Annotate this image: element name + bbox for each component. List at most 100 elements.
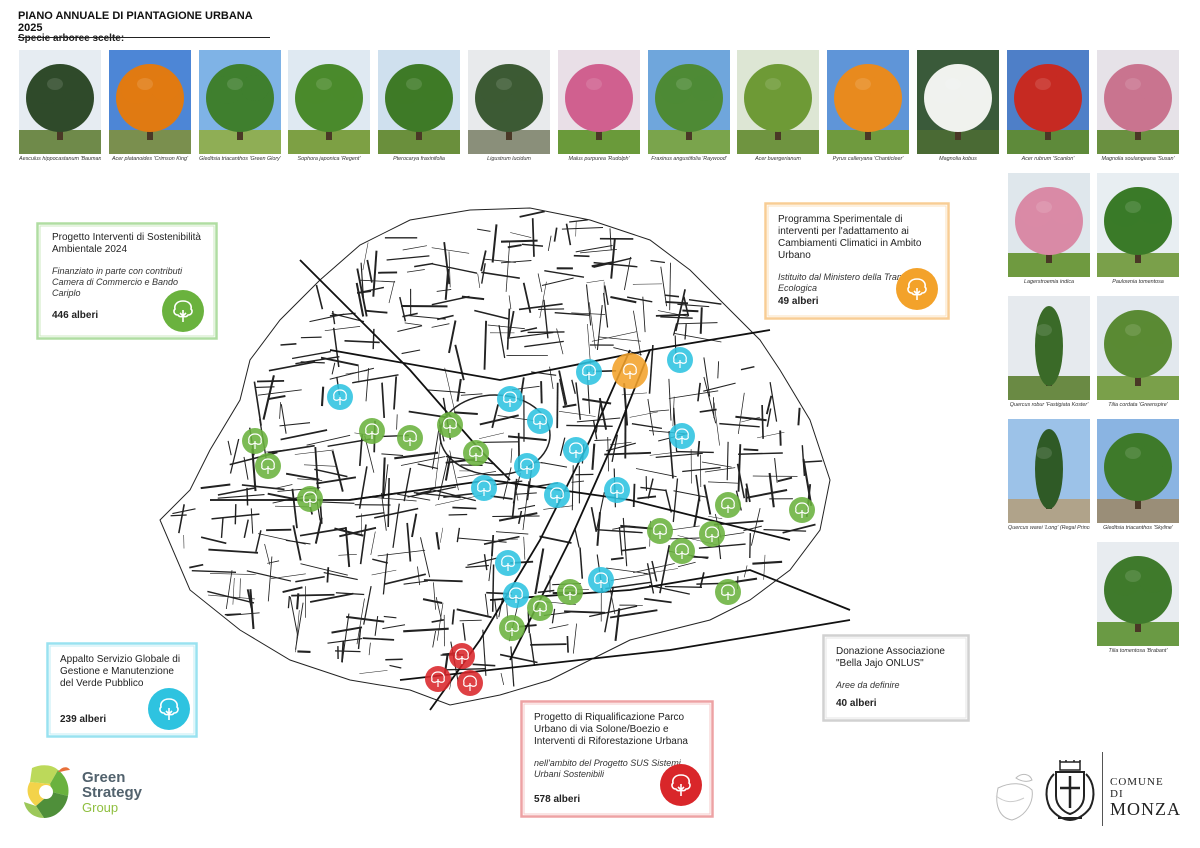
species-card: Pyrus calleryana 'Chanticleer' <box>827 50 909 162</box>
species-name: Pterocarya fraxinifolia <box>393 156 445 162</box>
species-photo <box>468 50 550 154</box>
planting-site-marker-green[interactable] <box>647 518 673 544</box>
planting-site-marker-cyan[interactable] <box>503 582 529 608</box>
species-photo <box>1008 419 1090 523</box>
planting-site-marker-green[interactable] <box>255 453 281 479</box>
species-name: Acer platanoides 'Crimson King' <box>111 156 189 162</box>
planting-site-marker-green[interactable] <box>669 538 695 564</box>
species-photo <box>109 50 191 154</box>
planting-site-marker-cyan[interactable] <box>563 437 589 463</box>
project-note: Aree da definire <box>836 680 900 690</box>
species-name: Gleditsia triacanthos 'Skyline' <box>1103 525 1173 531</box>
species-card: Ligustrum lucidum <box>468 50 550 162</box>
planting-site-marker-green[interactable] <box>437 412 463 438</box>
species-card: Gleditsia triacanthos 'Green Glory' <box>199 50 281 162</box>
green-strategy-logo: Green Strategy Group <box>22 762 152 826</box>
project-title: Donazione Associazione "Bella Jajo ONLUS… <box>836 646 945 669</box>
planting-site-marker-cyan[interactable] <box>667 347 693 373</box>
species-photo <box>737 50 819 154</box>
species-photo <box>917 50 999 154</box>
planting-site-marker-red[interactable] <box>449 643 475 669</box>
species-name: Gleditsia triacanthos 'Green Glory' <box>199 156 281 162</box>
tree-icon <box>660 764 702 806</box>
species-photo <box>1097 50 1179 154</box>
species-card: Fraxinus angustifolia 'Raywood' <box>648 50 730 162</box>
planting-site-marker-cyan[interactable] <box>588 567 614 593</box>
planting-site-marker-green[interactable] <box>699 521 725 547</box>
species-card: Paulownia tomentosa <box>1097 173 1179 285</box>
species-card: Lagerstroemia indica <box>1008 173 1090 285</box>
species-card: Acer platanoides 'Crimson King' <box>109 50 191 162</box>
planting-site-marker-cyan[interactable] <box>544 482 570 508</box>
planting-site-marker-green[interactable] <box>397 425 423 451</box>
species-photo <box>648 50 730 154</box>
species-name: Lagerstroemia indica <box>1023 279 1075 285</box>
species-photo <box>1007 50 1089 154</box>
species-photo <box>288 50 370 154</box>
planting-site-marker-cyan[interactable] <box>495 550 521 576</box>
planting-site-marker-green[interactable] <box>359 418 385 444</box>
planting-site-marker-green[interactable] <box>789 497 815 523</box>
species-card: Gleditsia triacanthos 'Skyline' <box>1097 419 1179 531</box>
planting-site-marker-green[interactable] <box>715 579 741 605</box>
planting-site-marker-green[interactable] <box>499 615 525 641</box>
species-card: Acer buergerianum <box>737 50 819 162</box>
species-name: Sophora japonica 'Regent' <box>297 156 361 162</box>
species-photo <box>1008 296 1090 400</box>
logo-line: Group <box>82 800 119 815</box>
project-donation-box: Donazione Associazione "Bella Jajo ONLUS… <box>822 634 970 722</box>
species-photo <box>1097 296 1179 400</box>
species-name: Magnolia soulangeana 'Susan' <box>1101 156 1175 162</box>
species-card: Magnolia soulangeana 'Susan' <box>1097 50 1179 162</box>
tree-count: 446 alberi <box>52 310 99 321</box>
species-photo <box>1097 173 1179 277</box>
species-card: Pterocarya fraxinifolia <box>378 50 460 162</box>
species-name: Magnolia kobus <box>939 156 977 162</box>
planting-site-marker-cyan[interactable] <box>471 475 497 501</box>
species-name: Malus purpurea 'Rudolph' <box>568 156 630 162</box>
planting-site-marker-red[interactable] <box>425 666 451 692</box>
city-map <box>159 207 851 711</box>
species-card: Aesculus hippocastanum 'Baumannii' <box>19 50 101 162</box>
species-photo <box>199 50 281 154</box>
planting-site-marker-green[interactable] <box>297 486 323 512</box>
planting-site-marker-cyan[interactable] <box>527 408 553 434</box>
species-name: Tilia cordata 'Greenspire' <box>1108 402 1168 408</box>
logo-line: Green <box>82 769 126 786</box>
planting-site-marker-cyan[interactable] <box>576 359 602 385</box>
planting-site-marker-green[interactable] <box>527 595 553 621</box>
species-name: Aesculus hippocastanum 'Baumannii' <box>19 156 101 162</box>
planting-site-marker-cyan[interactable] <box>669 423 695 449</box>
tree-count: 239 alberi <box>60 714 107 725</box>
planting-site-marker-cyan[interactable] <box>514 453 540 479</box>
monza-logo: COMUNE DI MONZA <box>990 750 1180 830</box>
planting-site-marker-cyan[interactable] <box>497 386 523 412</box>
monza-coat-of-arms <box>1045 760 1095 822</box>
planting-site-marker-cyan[interactable] <box>604 477 630 503</box>
project-title: Programma Sperimentale di interventi per… <box>778 214 922 261</box>
project-park-box: Progetto di Riqualificazione Parco Urban… <box>520 700 714 818</box>
planting-site-marker-green[interactable] <box>557 579 583 605</box>
planting-site-marker-orange[interactable] <box>612 353 648 389</box>
logo-line: MONZA <box>1110 799 1181 819</box>
species-photo <box>378 50 460 154</box>
species-card: Quercus warei 'Long' (Regal Prince) <box>1008 419 1090 531</box>
project-title: Progetto Interventi di Sostenibilità Amb… <box>52 232 201 255</box>
project-global-service-box: Appalto Servizio Globale di Gestione e M… <box>46 642 198 738</box>
planting-site-marker-green[interactable] <box>715 492 741 518</box>
species-name: Quercus warei 'Long' (Regal Prince) <box>1008 525 1090 531</box>
monza-leaf-icon <box>995 773 1033 821</box>
species-photo <box>827 50 909 154</box>
species-card: Tilia tomentosa 'Brabant' <box>1097 542 1179 654</box>
species-photo <box>1097 419 1179 523</box>
species-name: Fraxinus angustifolia 'Raywood' <box>651 156 727 162</box>
species-name: Acer rubrum 'Scanlon' <box>1021 156 1075 162</box>
planting-site-marker-green[interactable] <box>242 428 268 454</box>
planting-site-marker-red[interactable] <box>457 670 483 696</box>
planting-site-marker-green[interactable] <box>463 440 489 466</box>
planting-site-marker-cyan[interactable] <box>327 384 353 410</box>
species-card: Tilia cordata 'Greenspire' <box>1097 296 1179 408</box>
tree-count: 49 alberi <box>778 296 819 307</box>
species-name: Paulownia tomentosa <box>1112 279 1164 285</box>
project-climate-box: Programma Sperimentale di interventi per… <box>764 202 950 320</box>
